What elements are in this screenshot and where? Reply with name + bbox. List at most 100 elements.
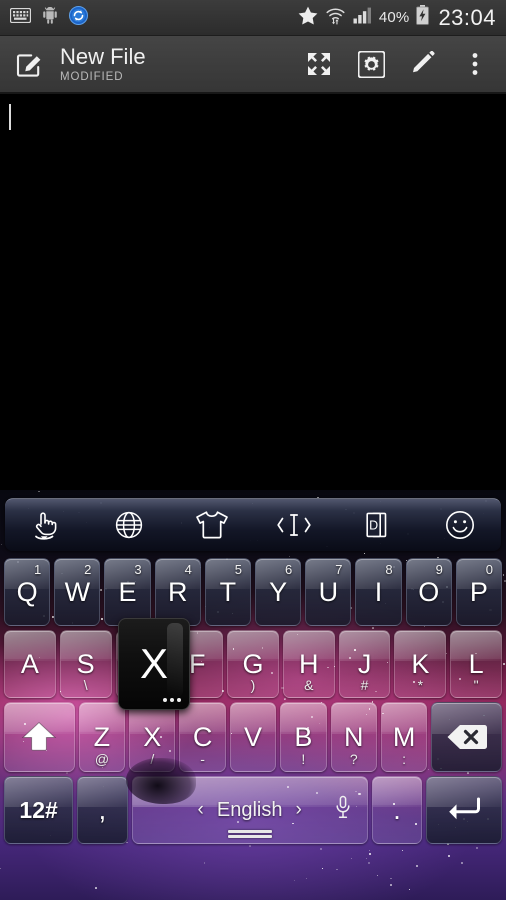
key-j[interactable]: J # <box>338 630 391 698</box>
period-key[interactable]: . <box>371 776 423 844</box>
emoji-smiley-icon[interactable] <box>418 499 501 551</box>
key-symbol-hint: " <box>473 677 479 693</box>
space-key[interactable]: ‹ English › <box>131 776 368 844</box>
key-symbol-hint: & <box>304 677 314 693</box>
key-s[interactable]: S \ <box>59 630 112 698</box>
key-b[interactable]: B! <box>280 702 327 772</box>
key-label: H <box>299 648 319 679</box>
status-bar-clock: 23:04 <box>438 4 496 30</box>
comma-key[interactable]: , <box>77 776 128 844</box>
key-number-hint: 0 <box>485 562 494 577</box>
key-label: J <box>357 648 372 679</box>
key-m[interactable]: M: <box>380 702 428 772</box>
key-symbol-hint: * <box>417 677 424 693</box>
key-preview-char: X <box>139 640 168 687</box>
key-e[interactable]: E3 <box>104 558 151 626</box>
keyboard-toolbar: D <box>5 498 501 551</box>
keyboard-row-1: Q1W2E3R4T5Y6U7I8O9P0 <box>0 558 506 626</box>
page-title: New File <box>60 43 146 69</box>
microphone-icon[interactable] <box>335 795 351 825</box>
action-bar: New File MODIFIED <box>0 36 506 94</box>
keyboard-row-3: Z @ X / C - V B! N? M: <box>0 702 506 772</box>
text-editor-area[interactable] <box>0 94 506 490</box>
key-number-hint: 4 <box>184 562 192 577</box>
shift-key[interactable] <box>4 702 75 772</box>
key-label: S <box>76 648 95 679</box>
key-z[interactable]: Z @ <box>78 702 126 772</box>
symbols-key[interactable]: 12# <box>4 776 74 844</box>
page-subtitle: MODIFIED <box>60 70 124 83</box>
action-bar-actions <box>304 49 494 79</box>
space-language-label: English <box>216 798 283 821</box>
key-label: K <box>411 648 430 679</box>
keyboard-resize-handle[interactable] <box>227 830 272 840</box>
symbols-key-label: 12# <box>19 796 58 823</box>
edit-pencil-icon[interactable] <box>408 49 438 79</box>
key-label: F <box>188 648 206 679</box>
key-label: L <box>468 648 484 679</box>
key-label: P <box>469 576 488 607</box>
settings-gear-icon[interactable] <box>356 49 386 79</box>
fullscreen-icon[interactable] <box>304 49 334 79</box>
backspace-key[interactable] <box>431 702 503 772</box>
key-label: W <box>64 576 91 607</box>
key-label: Y <box>269 576 288 607</box>
key-label: B <box>294 721 313 752</box>
next-language-arrow[interactable]: › <box>295 799 301 821</box>
key-symbol-hint: : <box>402 751 407 767</box>
svg-text:D: D <box>369 518 378 532</box>
key-number-hint: 1 <box>33 562 42 577</box>
globe-language-icon[interactable] <box>88 499 171 551</box>
key-label: T <box>219 576 237 607</box>
key-symbol-hint: ? <box>349 751 358 767</box>
key-preview-more-dots <box>163 698 181 702</box>
star-icon <box>298 6 318 30</box>
key-l[interactable]: L " <box>450 630 503 698</box>
key-preview-popup: X <box>118 618 190 710</box>
key-label: O <box>418 576 440 607</box>
keyboard-row-2: AS\DFG)H&J#K*L" <box>0 630 506 698</box>
key-label: N <box>343 721 364 752</box>
text-cursor-navigation-icon[interactable] <box>253 499 336 551</box>
key-number-hint: 2 <box>84 562 92 577</box>
key-k[interactable]: K * <box>394 630 447 698</box>
key-symbol-hint: ! <box>301 751 306 767</box>
key-number-hint: 3 <box>134 562 142 577</box>
key-c[interactable]: C- <box>179 702 226 772</box>
key-label: R <box>167 576 188 607</box>
dictionary-icon[interactable]: D <box>336 499 419 551</box>
key-symbol-hint: @ <box>94 751 110 767</box>
key-r[interactable]: R4 <box>154 558 201 626</box>
key-y[interactable]: Y6 <box>255 558 302 626</box>
key-a[interactable]: A <box>4 630 56 698</box>
key-symbol-hint: - <box>200 751 205 767</box>
key-i[interactable]: I8 <box>355 558 402 626</box>
tshirt-theme-icon[interactable] <box>170 499 253 551</box>
key-label: X <box>143 721 162 752</box>
key-symbol-hint: \ <box>83 677 88 693</box>
battery-charging-icon <box>416 5 430 30</box>
key-t[interactable]: T5 <box>204 558 252 626</box>
key-label: Z <box>93 721 111 752</box>
key-o[interactable]: O9 <box>405 558 452 626</box>
enter-key[interactable] <box>426 776 502 844</box>
overflow-menu-icon[interactable] <box>460 49 490 79</box>
status-bar-right-icons: 40% 23:04 <box>298 5 496 31</box>
key-u[interactable]: U7 <box>305 558 352 626</box>
status-bar: 40% 23:04 <box>0 0 506 36</box>
key-v[interactable]: V <box>229 702 277 772</box>
key-w[interactable]: W2 <box>54 558 101 626</box>
key-g[interactable]: G) <box>227 630 279 698</box>
key-x[interactable]: X / <box>129 702 176 772</box>
key-label: M <box>392 721 416 752</box>
key-p[interactable]: P0 <box>455 558 503 626</box>
prev-language-arrow[interactable]: ‹ <box>198 799 204 821</box>
key-n[interactable]: N? <box>330 702 377 772</box>
key-symbol-hint: # <box>360 677 369 693</box>
keyboard-icon <box>9 7 32 28</box>
compose-file-icon[interactable] <box>12 47 46 81</box>
key-q[interactable]: Q1 <box>4 558 51 626</box>
swipe-gesture-icon[interactable] <box>5 499 88 551</box>
key-h[interactable]: H & <box>282 630 335 698</box>
signal-icon <box>353 7 372 29</box>
